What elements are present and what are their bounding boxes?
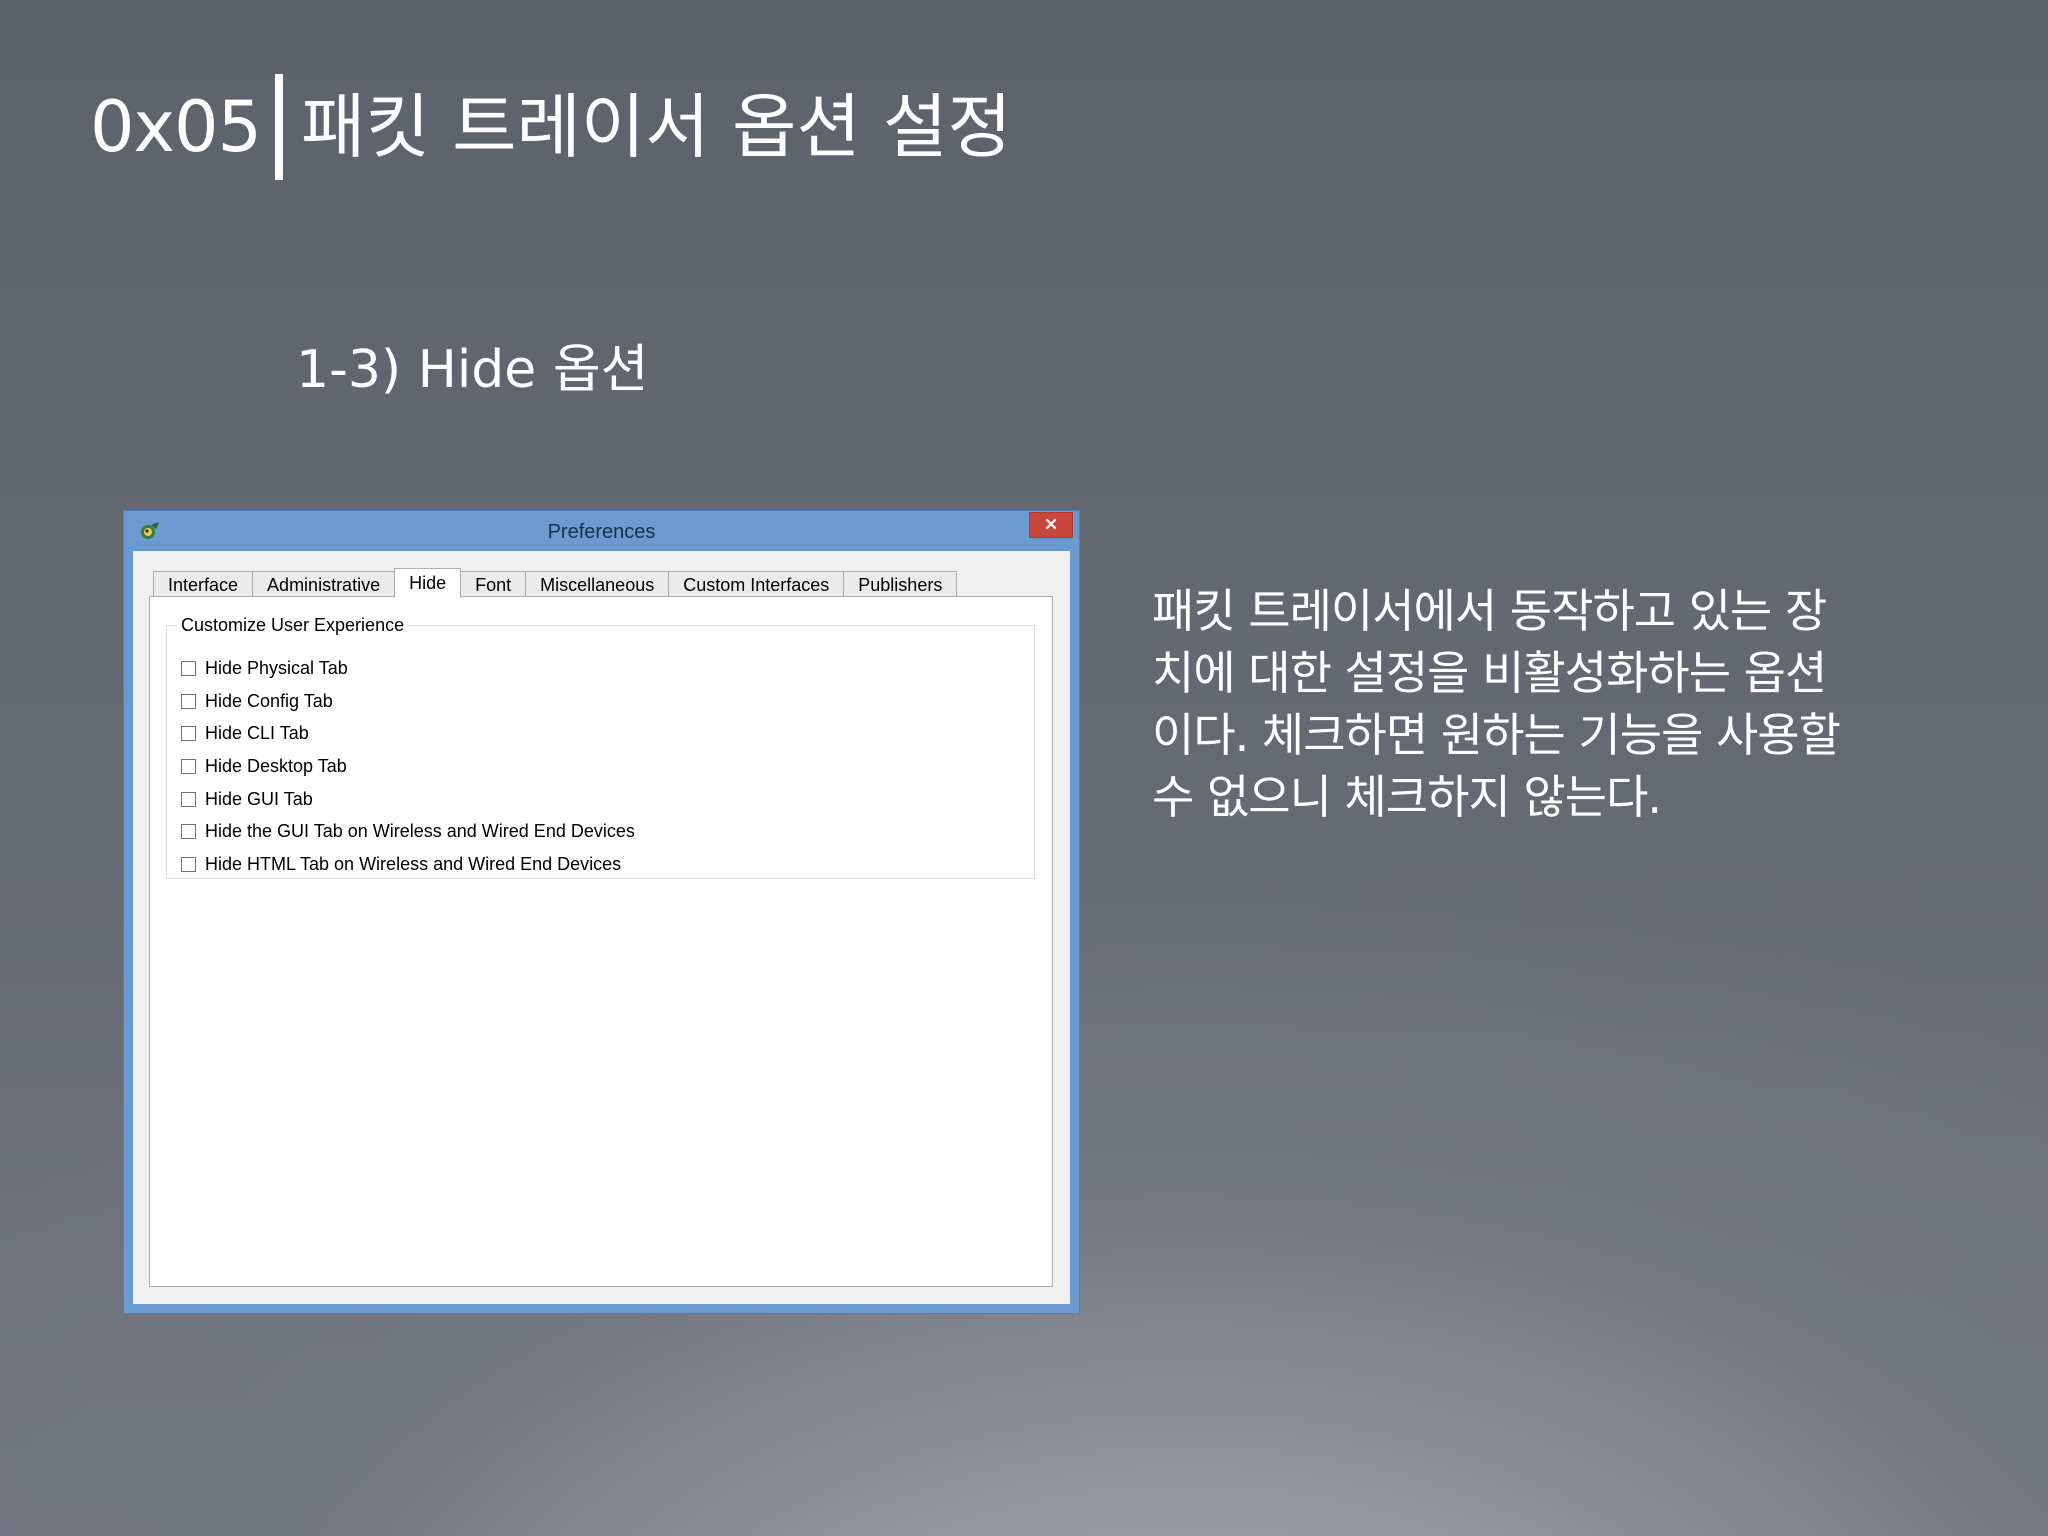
option-hide-gui-tab-end-devices[interactable]: Hide the GUI Tab on Wireless and Wired E… <box>181 815 635 848</box>
tab-administrative[interactable]: Administrative <box>252 571 396 597</box>
tab-custom-interfaces[interactable]: Custom Interfaces <box>668 571 845 597</box>
description-line: 수 없으니 체크하지 않는다. <box>1152 770 1662 824</box>
window-title: Preferences <box>547 521 656 543</box>
option-list: Hide Physical Tab Hide Config Tab Hide C… <box>181 652 635 881</box>
checkbox[interactable] <box>181 660 196 676</box>
tab-font[interactable]: Font <box>460 571 527 597</box>
tab-interface[interactable]: Interface <box>153 571 254 597</box>
option-label: Hide CLI Tab <box>205 723 309 744</box>
checkbox[interactable] <box>181 726 196 742</box>
preferences-window: Preferences Interface Administrative Hid… <box>123 510 1080 1314</box>
close-button[interactable] <box>1029 512 1073 538</box>
hide-tab-panel: Customize User Experience Hide Physical … <box>149 596 1053 1287</box>
slide-subtitle: 1-3) Hide 옵션 <box>296 340 649 400</box>
option-hide-gui-tab[interactable]: Hide GUI Tab <box>181 783 635 816</box>
close-icon <box>1044 516 1058 535</box>
checkbox[interactable] <box>181 693 196 709</box>
option-hide-physical-tab[interactable]: Hide Physical Tab <box>181 652 635 685</box>
checkbox[interactable] <box>181 791 196 807</box>
slide-title: 0x05 패킷 트레이서 옵션 설정 <box>90 72 1012 182</box>
option-label: Hide Config Tab <box>205 690 333 711</box>
slide-description: 패킷 트레이서에서 동작하고 있는 장 치에 대한 설정을 비활성화하는 옵션 … <box>1152 580 1952 828</box>
description-line: 이다. 체크하면 원하는 기능을 사용할 <box>1152 708 1841 762</box>
option-hide-html-tab-end-devices[interactable]: Hide HTML Tab on Wireless and Wired End … <box>181 848 635 881</box>
checkbox[interactable] <box>181 856 196 872</box>
option-label: Hide Physical Tab <box>205 657 348 678</box>
description-line: 패킷 트레이서에서 동작하고 있는 장 <box>1152 584 1827 638</box>
description-line: 치에 대한 설정을 비활성화하는 옵션 <box>1152 646 1827 700</box>
option-label: Hide HTML Tab on Wireless and Wired End … <box>205 853 622 874</box>
checkbox[interactable] <box>181 824 196 840</box>
slide-code: 0x05 <box>90 86 262 168</box>
option-hide-cli-tab[interactable]: Hide CLI Tab <box>181 717 635 750</box>
option-label: Hide the GUI Tab on Wireless and Wired E… <box>205 821 635 842</box>
group-title: Customize User Experience <box>177 614 409 636</box>
tab-strip: Interface Administrative Hide Font Misce… <box>153 568 958 598</box>
option-hide-config-tab[interactable]: Hide Config Tab <box>181 685 635 718</box>
window-client-area: Interface Administrative Hide Font Misce… <box>133 551 1070 1304</box>
tab-publishers[interactable]: Publishers <box>843 571 958 597</box>
tab-hide[interactable]: Hide <box>394 568 462 598</box>
title-divider <box>275 74 284 180</box>
customize-user-experience-group: Customize User Experience Hide Physical … <box>166 614 1035 881</box>
option-hide-desktop-tab[interactable]: Hide Desktop Tab <box>181 750 635 783</box>
option-label: Hide Desktop Tab <box>205 755 347 776</box>
checkbox[interactable] <box>181 758 196 774</box>
slide-title-text: 패킷 트레이서 옵션 설정 <box>301 86 1012 168</box>
tab-miscellaneous[interactable]: Miscellaneous <box>525 571 670 597</box>
option-label: Hide GUI Tab <box>205 788 313 809</box>
window-titlebar[interactable]: Preferences <box>124 511 1079 551</box>
